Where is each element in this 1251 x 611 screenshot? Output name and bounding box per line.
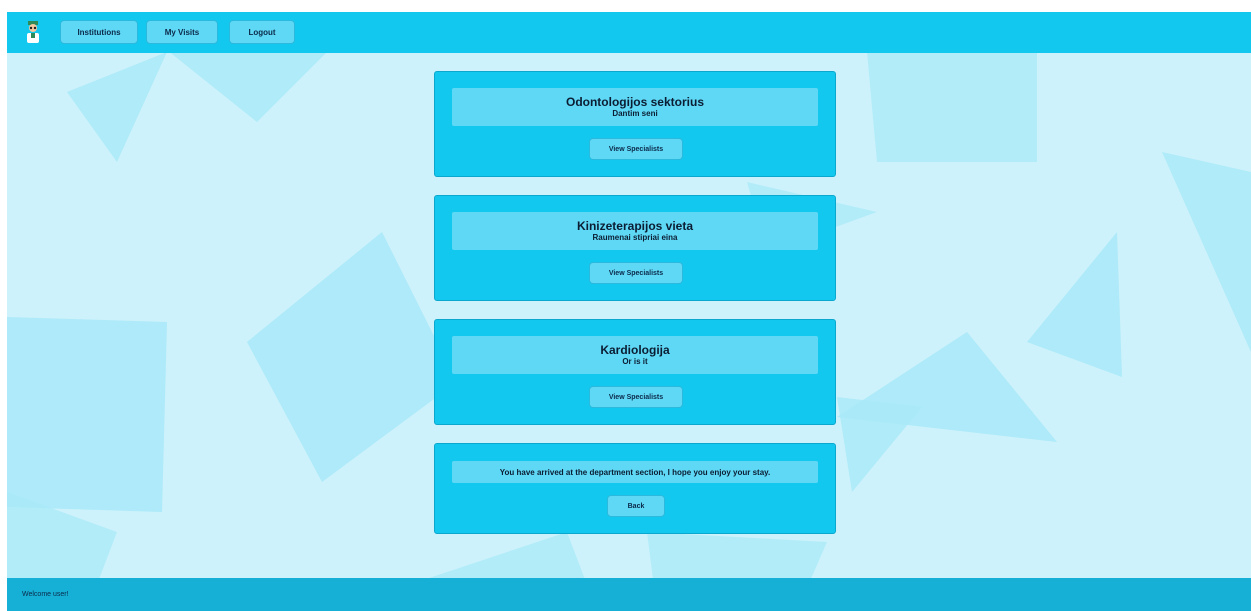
view-specialists-button[interactable]: View Specialists bbox=[589, 262, 683, 284]
top-nav-bar: Institutions My Visits Logout bbox=[7, 12, 1251, 53]
nav-my-visits-button[interactable]: My Visits bbox=[146, 20, 218, 44]
view-specialists-button[interactable]: View Specialists bbox=[589, 138, 683, 160]
doctor-icon[interactable] bbox=[23, 20, 43, 44]
department-title: Kinizeterapijos vieta bbox=[576, 219, 694, 233]
department-title: Kardiologija bbox=[600, 343, 670, 357]
department-card: Kardiologija Or is it View Specialists bbox=[434, 319, 836, 425]
nav-institutions-button[interactable]: Institutions bbox=[60, 20, 138, 44]
info-card: You have arrived at the department secti… bbox=[434, 443, 836, 534]
info-message: You have arrived at the department secti… bbox=[499, 467, 771, 477]
department-subtitle: Raumenai stipriai eina bbox=[592, 233, 678, 242]
department-header: Kardiologija Or is it bbox=[452, 336, 818, 374]
department-card: Kinizeterapijos vieta Raumenai stipriai … bbox=[434, 195, 836, 301]
page: Institutions My Visits Logout Odontologi… bbox=[7, 12, 1251, 611]
department-title: Odontologijos sektorius bbox=[565, 95, 704, 109]
info-message-panel: You have arrived at the department secti… bbox=[452, 461, 818, 483]
department-subtitle: Or is it bbox=[622, 357, 648, 366]
department-subtitle: Dantim seni bbox=[612, 109, 658, 118]
welcome-text: Welcome user! bbox=[22, 591, 69, 598]
department-header: Odontologijos sektorius Dantim seni bbox=[452, 88, 818, 126]
department-card: Odontologijos sektorius Dantim seni View… bbox=[434, 71, 836, 177]
view-specialists-button[interactable]: View Specialists bbox=[589, 386, 683, 408]
nav-logout-button[interactable]: Logout bbox=[229, 20, 295, 44]
back-button[interactable]: Back bbox=[607, 495, 665, 517]
footer: Welcome user! bbox=[7, 578, 1251, 611]
department-header: Kinizeterapijos vieta Raumenai stipriai … bbox=[452, 212, 818, 250]
